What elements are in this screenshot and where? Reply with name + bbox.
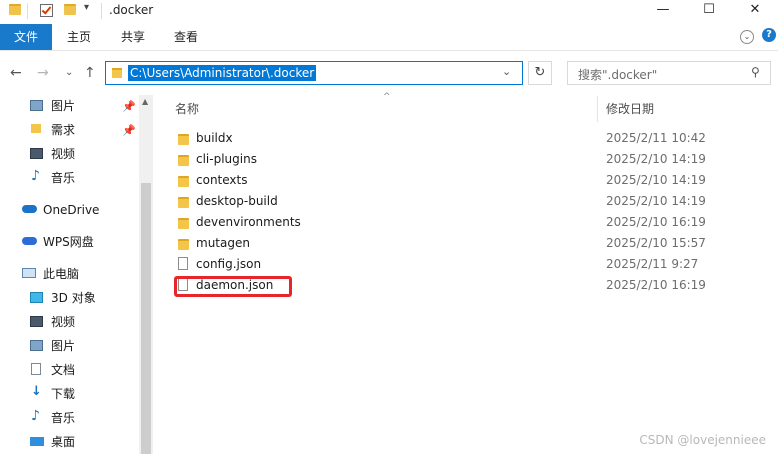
- file-date: 2025/2/11 10:42: [606, 131, 706, 145]
- list-item[interactable]: contexts 2025/2/10 14:19: [170, 170, 770, 191]
- sidebar-item-label: 图片: [51, 339, 76, 353]
- sidebar-item-label: OneDrive: [43, 203, 100, 217]
- sidebar-item-label: 需求: [51, 123, 76, 137]
- file-date: 2025/2/11 9:27: [606, 257, 699, 271]
- close-button[interactable]: ✕: [732, 0, 778, 22]
- sidebar-item-label: 3D 对象: [51, 291, 96, 305]
- onedrive-icon: [22, 205, 37, 213]
- divider: [101, 3, 102, 19]
- sidebar-scrollbar-thumb[interactable]: [141, 183, 151, 454]
- pictures-icon: [30, 340, 43, 351]
- help-icon[interactable]: ?: [762, 28, 776, 42]
- address-path[interactable]: C:\Users\Administrator\.docker: [128, 65, 317, 81]
- back-arrow-icon[interactable]: ←: [10, 65, 22, 81]
- videos-icon: [30, 316, 43, 327]
- new-folder-icon[interactable]: [64, 4, 76, 15]
- file-date: 2025/2/10 15:57: [606, 236, 706, 250]
- documents-icon: [31, 363, 41, 375]
- music-icon: ♪: [31, 168, 40, 184]
- desktop-icon: [30, 437, 44, 446]
- window-title: .docker: [109, 3, 154, 17]
- properties-icon[interactable]: [40, 4, 53, 17]
- pin-icon[interactable]: 📌: [122, 100, 136, 113]
- folder-icon: [178, 197, 189, 208]
- sidebar-item-label: 图片: [51, 99, 76, 113]
- folder-icon: [31, 124, 41, 133]
- list-item[interactable]: mutagen 2025/2/10 15:57: [170, 233, 770, 254]
- file-date: 2025/2/10 14:19: [606, 194, 706, 208]
- column-header-name[interactable]: 名称: [175, 100, 199, 117]
- file-name: devenvironments: [196, 215, 301, 229]
- scroll-up-icon[interactable]: ▲: [142, 97, 148, 106]
- file-date: 2025/2/10 16:19: [606, 278, 706, 292]
- divider: [27, 3, 28, 19]
- watermark: CSDN @lovejennieee: [639, 433, 766, 447]
- navigation-pane: 图片 📌 需求 📌 视频 ♪ 音乐 OneDrive WPS网盘 此电脑 3D …: [0, 95, 153, 454]
- list-item[interactable]: desktop-build 2025/2/10 14:19: [170, 191, 770, 212]
- sidebar-item-label: 音乐: [51, 411, 76, 425]
- tab-file[interactable]: 文件: [0, 24, 52, 50]
- sidebar-item-label: 下载: [51, 387, 76, 401]
- file-icon: [178, 257, 188, 270]
- search-placeholder: 搜索".docker": [578, 68, 658, 82]
- file-name: mutagen: [196, 236, 250, 250]
- up-arrow-icon[interactable]: ↑: [84, 65, 96, 81]
- sidebar-item-label: WPS网盘: [43, 235, 94, 249]
- highlight-annotation: [174, 276, 292, 297]
- folder-icon[interactable]: [9, 4, 21, 15]
- sidebar-item-label: 此电脑: [43, 267, 80, 281]
- computer-icon: [22, 268, 36, 278]
- chevron-down-circle-icon[interactable]: ⌄: [740, 30, 754, 44]
- file-name: config.json: [196, 257, 262, 271]
- wps-cloud-icon: [22, 237, 37, 245]
- sidebar-item-label: 视频: [51, 147, 76, 161]
- file-date: 2025/2/10 16:19: [606, 215, 706, 229]
- list-item[interactable]: devenvironments 2025/2/10 16:19: [170, 212, 770, 233]
- address-dropdown-chevron-icon[interactable]: ⌄: [502, 65, 511, 78]
- list-item[interactable]: cli-plugins 2025/2/10 14:19: [170, 149, 770, 170]
- file-name: buildx: [196, 131, 233, 145]
- folder-icon: [112, 68, 122, 78]
- customize-toolbar-icon[interactable]: ▾: [84, 2, 89, 16]
- pin-icon[interactable]: 📌: [122, 124, 136, 137]
- search-input[interactable]: 搜索".docker" ⚲: [567, 61, 771, 85]
- tab-view[interactable]: 查看: [163, 24, 209, 50]
- tab-home[interactable]: 主页: [56, 24, 102, 50]
- refresh-button[interactable]: ↻: [528, 61, 552, 85]
- sidebar-item-label: 视频: [51, 315, 76, 329]
- recent-locations-chevron-icon[interactable]: ⌄: [65, 67, 73, 78]
- column-divider[interactable]: [597, 96, 598, 122]
- file-name: cli-plugins: [196, 152, 257, 166]
- videos-icon: [30, 148, 43, 159]
- folder-icon: [178, 176, 189, 187]
- folder-icon: [178, 239, 189, 250]
- list-item[interactable]: config.json 2025/2/11 9:27: [170, 254, 770, 275]
- search-icon[interactable]: ⚲: [751, 65, 760, 79]
- sort-ascending-icon: ^: [383, 92, 391, 102]
- ribbon: 文件 主页 共享 查看 ⌄ ?: [0, 24, 778, 51]
- column-header-modified[interactable]: 修改日期: [606, 100, 654, 117]
- list-item[interactable]: buildx 2025/2/11 10:42: [170, 128, 770, 149]
- pictures-icon: [30, 100, 43, 111]
- sidebar-item-label: 文档: [51, 363, 76, 377]
- sidebar-item-label: 桌面: [51, 435, 76, 449]
- file-date: 2025/2/10 14:19: [606, 152, 706, 166]
- minimize-button[interactable]: —: [640, 0, 686, 22]
- folder-icon: [178, 155, 189, 166]
- folder-icon: [178, 134, 189, 145]
- file-name: desktop-build: [196, 194, 278, 208]
- address-bar[interactable]: C:\Users\Administrator\.docker ⌄: [105, 61, 523, 85]
- music-icon: ♪: [31, 408, 40, 424]
- maximize-button[interactable]: ☐: [686, 0, 732, 22]
- refresh-icon: ↻: [534, 65, 546, 80]
- 3d-objects-icon: [30, 292, 43, 303]
- sidebar-item-label: 音乐: [51, 171, 76, 185]
- file-name: contexts: [196, 173, 248, 187]
- tab-share[interactable]: 共享: [110, 24, 156, 50]
- folder-icon: [178, 218, 189, 229]
- forward-arrow-icon[interactable]: →: [37, 65, 49, 81]
- file-date: 2025/2/10 14:19: [606, 173, 706, 187]
- download-icon: ↓: [31, 384, 42, 399]
- title-bar: ▾ .docker — ☐ ✕: [0, 0, 778, 22]
